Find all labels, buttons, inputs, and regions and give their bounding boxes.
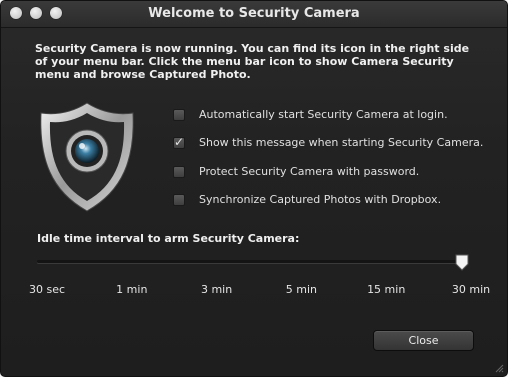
window: Welcome to Security Camera Security Came…	[0, 0, 508, 377]
password-checkbox[interactable]	[173, 166, 185, 178]
idle-tick-label: 15 min	[367, 283, 406, 296]
idle-slider-thumb[interactable]	[454, 254, 470, 272]
auto-start-checkbox[interactable]	[173, 109, 185, 121]
show-message-label: Show this message when starting Security…	[199, 136, 484, 149]
idle-slider-track[interactable]	[37, 260, 467, 263]
idle-tick-label: 5 min	[285, 283, 318, 296]
auto-start-label: Automatically start Security Camera at l…	[199, 108, 448, 121]
shield-camera-icon	[40, 102, 134, 212]
close-button[interactable]: Close	[373, 330, 474, 351]
password-label: Protect Security Camera with password.	[199, 165, 420, 178]
idle-tick-label: 1 min	[116, 283, 148, 296]
dropbox-checkbox[interactable]	[173, 194, 185, 206]
resize-grip-icon[interactable]	[494, 363, 504, 373]
intro-text: Security Camera is now running. You can …	[35, 42, 470, 81]
window-title: Welcome to Security Camera	[148, 6, 360, 21]
idle-tick-label: 30 sec	[28, 283, 66, 296]
dropbox-label: Synchronize Captured Photos with Dropbox…	[199, 193, 442, 206]
idle-interval-label: Idle time interval to arm Security Camer…	[37, 232, 300, 245]
show-message-checkbox[interactable]	[173, 135, 185, 149]
idle-tick-label: 30 min	[451, 283, 491, 296]
idle-tick-label: 3 min	[200, 283, 233, 296]
title-bar: Welcome to Security Camera	[1, 1, 507, 28]
